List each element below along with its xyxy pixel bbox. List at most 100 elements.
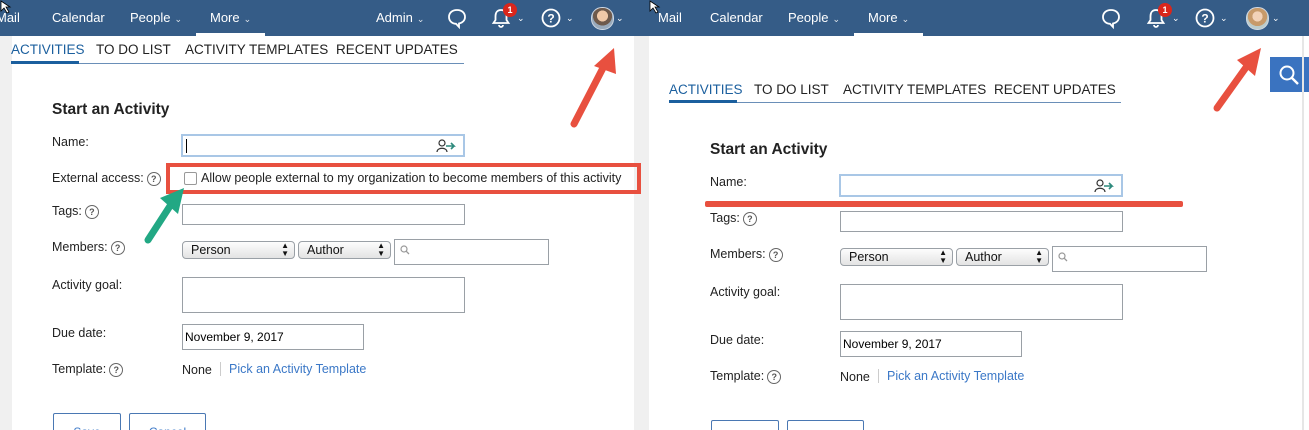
save-button[interactable]	[711, 420, 779, 430]
name-input[interactable]	[181, 134, 465, 157]
text-caret	[186, 139, 187, 153]
select-arrows-icon: ▲ ▼	[377, 241, 385, 258]
nav-more[interactable]: More ⌄	[195, 0, 266, 36]
tab-activities[interactable]: ACTIVITIES	[11, 42, 85, 57]
tags-input[interactable]	[840, 211, 1123, 232]
active-tab-indicator	[669, 100, 737, 103]
tab-recent-updates[interactable]: RECENT UPDATES	[994, 82, 1116, 97]
red-highlight-bar	[705, 201, 1183, 207]
due-date-input[interactable]: November 9, 2017	[182, 324, 364, 350]
help-icon[interactable]: ?	[1194, 7, 1216, 29]
chevron-down-icon[interactable]: ⌄	[616, 0, 624, 36]
nav-admin[interactable]: Admin ⌄	[376, 0, 424, 36]
select-arrows-icon: ▲ ▼	[1035, 248, 1043, 265]
red-arrow-icon	[570, 48, 616, 128]
chevron-down-icon[interactable]: ⌄	[1172, 0, 1180, 36]
help-icon[interactable]: ?	[110, 240, 125, 255]
tags-text: Tags:	[710, 211, 740, 225]
member-search-input[interactable]	[1052, 246, 1207, 272]
name-label: Name:	[710, 175, 747, 189]
nav-mail[interactable]: Mail	[658, 0, 682, 36]
template-value: None	[840, 370, 870, 384]
cancel-button[interactable]: Cancel	[129, 413, 206, 430]
activity-goal-textarea[interactable]	[840, 284, 1123, 320]
mouse-cursor-icon	[0, 0, 12, 14]
members-text: Members:	[710, 247, 766, 261]
chevron-down-icon: ⌄	[901, 14, 910, 24]
activity-goal-textarea[interactable]	[182, 277, 465, 313]
nav-more-label: More	[868, 10, 898, 25]
tab-recent-updates[interactable]: RECENT UPDATES	[336, 42, 458, 57]
people-picker-icon[interactable]	[1094, 179, 1116, 193]
member-role-value: Author	[307, 243, 344, 257]
svg-text:?: ?	[1201, 12, 1208, 26]
mouse-cursor-icon	[649, 0, 661, 14]
select-arrows-icon: ▲ ▼	[281, 241, 289, 258]
members-label: Members:?	[52, 240, 125, 255]
active-tab-indicator	[11, 61, 79, 64]
pick-template-link[interactable]: Pick an Activity Template	[229, 362, 366, 376]
tab-activities[interactable]: ACTIVITIES	[669, 82, 743, 97]
member-role-select[interactable]: Author ▲ ▼	[298, 241, 391, 259]
search-icon	[400, 245, 410, 255]
member-type-select[interactable]: Person ▲ ▼	[840, 248, 953, 266]
member-type-value: Person	[849, 250, 889, 264]
chevron-down-icon[interactable]: ⌄	[566, 0, 574, 36]
members-label: Members:?	[710, 247, 783, 262]
member-role-select[interactable]: Author ▲ ▼	[956, 248, 1049, 266]
help-icon[interactable]: ?	[742, 211, 757, 226]
help-icon[interactable]: ?	[109, 362, 124, 377]
tags-text: Tags:	[52, 204, 82, 218]
due-date-input[interactable]: November 9, 2017	[840, 331, 1022, 357]
top-nav-bar: Mail Calendar People ⌄ More ⌄ 1 ⌄ ? ⌄ ⌄	[649, 0, 1309, 36]
chevron-down-icon: ⌄	[832, 14, 841, 24]
right-screenshot: Mail Calendar People ⌄ More ⌄ 1 ⌄ ? ⌄ ⌄ AC…	[649, 0, 1309, 430]
select-arrows-icon: ▲ ▼	[939, 248, 947, 265]
chat-bubble-icon[interactable]	[1100, 7, 1122, 30]
template-value: None	[182, 363, 212, 377]
help-icon[interactable]: ?	[540, 7, 562, 29]
template-label: Template:?	[710, 369, 782, 384]
member-search-input[interactable]	[394, 239, 549, 265]
scrollbar-track[interactable]	[1302, 36, 1304, 430]
nav-calendar[interactable]: Calendar	[52, 0, 105, 36]
help-icon[interactable]: ?	[767, 369, 782, 384]
tags-input[interactable]	[182, 204, 465, 225]
due-date-label: Due date:	[52, 326, 107, 340]
divider	[878, 369, 879, 383]
save-button[interactable]: Save	[53, 413, 121, 430]
name-input[interactable]	[839, 174, 1123, 197]
help-icon[interactable]: ?	[84, 204, 99, 219]
chevron-down-icon[interactable]: ⌄	[1272, 0, 1280, 36]
tab-activity-templates[interactable]: ACTIVITY TEMPLATES	[185, 42, 328, 57]
name-label: Name:	[52, 135, 89, 149]
user-avatar[interactable]	[591, 7, 614, 30]
activity-goal-label: Activity goal:	[710, 285, 781, 299]
chat-bubble-icon[interactable]	[446, 7, 468, 30]
nav-calendar[interactable]: Calendar	[710, 0, 763, 36]
nav-more-label: More	[210, 10, 240, 25]
template-text: Template:	[710, 369, 765, 383]
user-avatar[interactable]	[1246, 7, 1269, 30]
nav-people[interactable]: People ⌄	[788, 0, 840, 36]
nav-people-label: People	[788, 10, 829, 25]
red-arrow-icon	[1213, 48, 1261, 112]
cancel-button[interactable]	[787, 420, 864, 430]
left-screenshot: Mail Calendar People ⌄ More ⌄ Admin ⌄ 1 ⌄ ?…	[0, 0, 649, 430]
chevron-down-icon[interactable]: ⌄	[517, 0, 525, 36]
notification-badge: 1	[503, 3, 517, 17]
search-icon	[1058, 252, 1068, 262]
tab-activity-templates[interactable]: ACTIVITY TEMPLATES	[843, 82, 986, 97]
nav-more[interactable]: More ⌄	[853, 0, 924, 36]
members-text: Members:	[52, 240, 108, 254]
pick-template-link[interactable]: Pick an Activity Template	[887, 369, 1024, 383]
chevron-down-icon[interactable]: ⌄	[1220, 0, 1228, 36]
svg-text:?: ?	[547, 12, 554, 26]
member-role-value: Author	[965, 250, 1002, 264]
help-icon[interactable]: ?	[768, 247, 783, 262]
nav-people[interactable]: People ⌄	[130, 0, 182, 36]
people-picker-icon[interactable]	[436, 139, 458, 153]
tab-to-do-list[interactable]: TO DO LIST	[96, 42, 171, 57]
tab-to-do-list[interactable]: TO DO LIST	[754, 82, 829, 97]
template-label: Template:?	[52, 362, 124, 377]
